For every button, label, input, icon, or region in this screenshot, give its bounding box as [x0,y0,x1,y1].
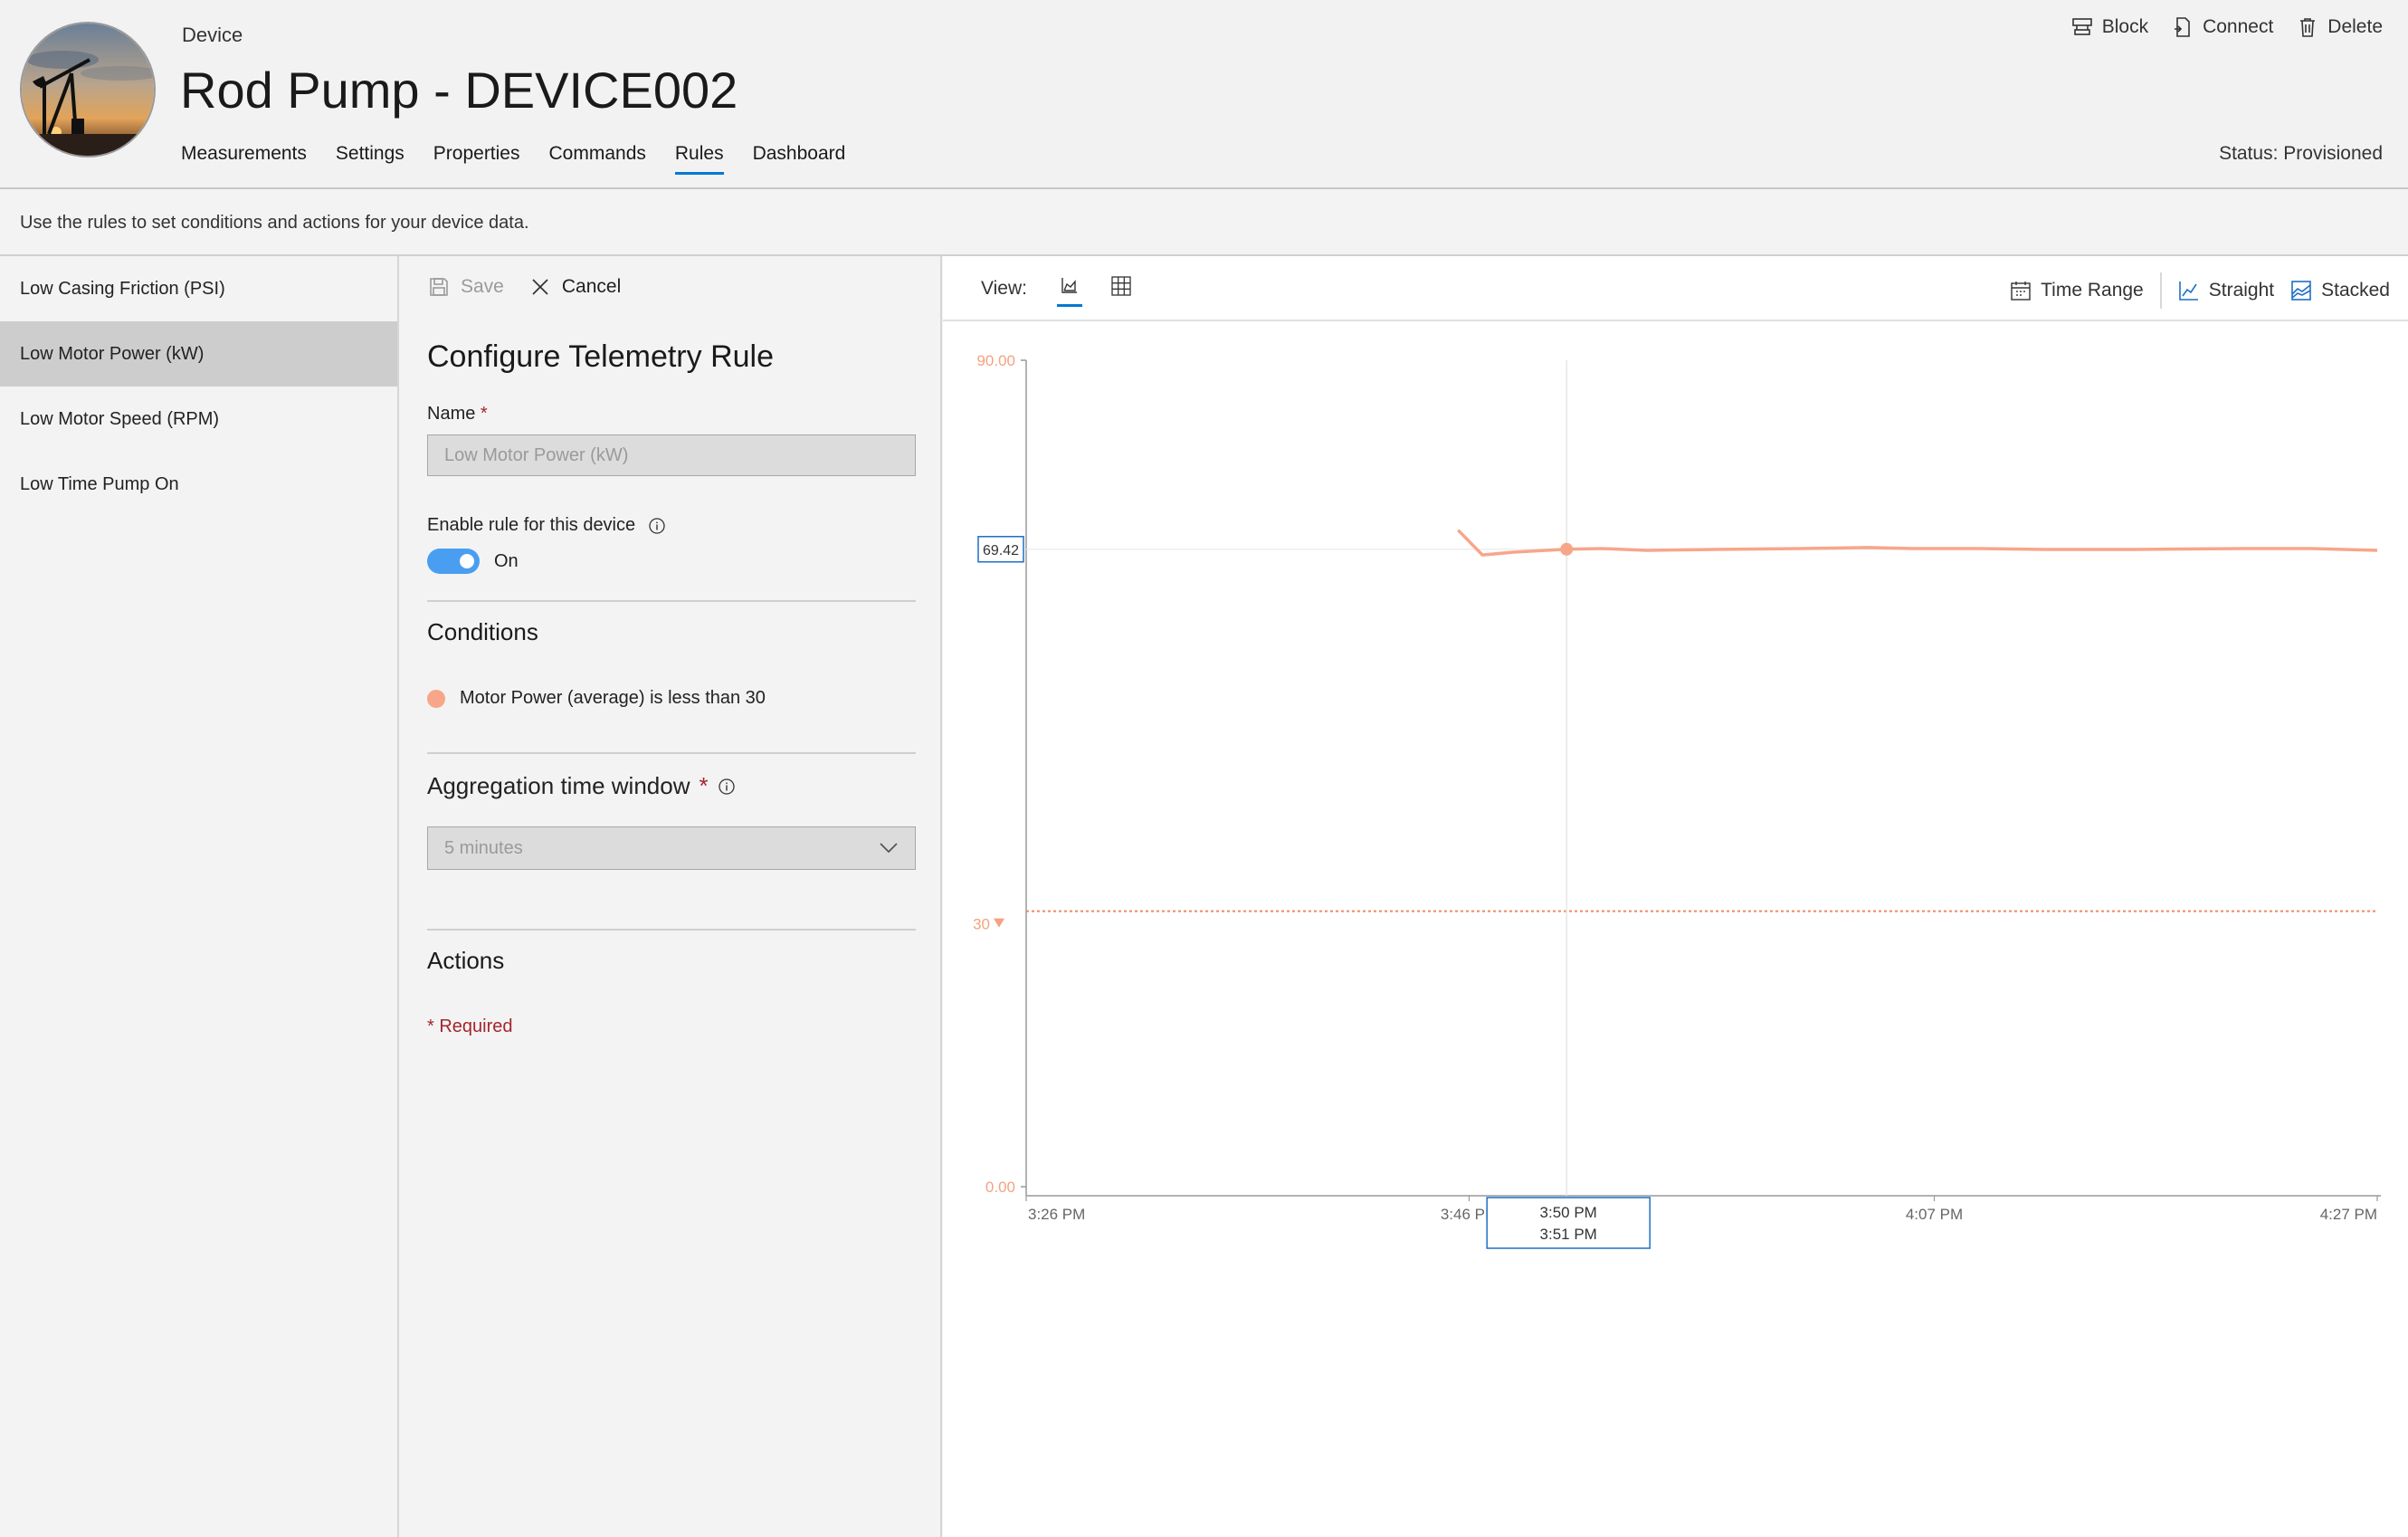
name-label-text: Name [427,404,476,424]
aggregation-label: Aggregation time window * [427,772,736,800]
tab-measurements[interactable]: Measurements [181,143,307,175]
device-avatar [20,22,156,158]
threshold-label: 30 [973,916,990,933]
required-note: * Required [427,1017,513,1036]
divider [2159,272,2162,309]
y-tick-label: 90.00 [976,352,1015,369]
stacked-button[interactable]: Stacked [2290,280,2390,301]
cancel-label: Cancel [561,276,622,297]
rules-description: Use the rules to set conditions and acti… [20,213,529,233]
hover-value-label: 69.42 [983,543,1019,558]
stacked-chart-icon [2291,281,2311,301]
enable-rule-toggle[interactable] [427,549,480,574]
save-label: Save [461,276,504,297]
tab-commands[interactable]: Commands [549,143,646,175]
rule-item-low-time-pump-on[interactable]: Low Time Pump On [0,452,397,517]
table-view-button[interactable] [1111,276,1137,301]
delete-label: Delete [2327,16,2383,37]
chart-display-tools: Time Range Straight Stacked [2010,272,2390,309]
series-line[interactable] [1457,529,2378,557]
stacked-label: Stacked [2321,280,2390,301]
calendar-icon [2011,282,2031,301]
device-status: Status: Provisioned [2219,143,2383,164]
time-range-button[interactable]: Time Range [2010,280,2144,301]
pumpjack-image [22,24,154,156]
delete-button[interactable]: Delete [2297,16,2383,38]
condition-item[interactable]: Motor Power (average) is less than 30 [427,688,766,709]
close-icon [532,279,548,295]
enable-rule-text: Enable rule for this device [427,515,636,535]
rules-list: Low Casing Friction (PSI) Low Motor Powe… [0,256,399,1537]
divider [427,929,916,931]
tab-rules[interactable]: Rules [674,143,724,175]
grid-icon [1111,276,1131,296]
divider [427,600,916,602]
hover-time-from: 3:50 PM [1540,1204,1597,1221]
line-chart-icon [2178,282,2198,301]
chevron-down-icon [880,843,898,854]
page-title: Rod Pump - DEVICE002 [180,62,738,119]
connect-icon [2175,17,2190,37]
straight-label: Straight [2208,280,2275,301]
connect-label: Connect [2203,16,2274,37]
condition-text: Motor Power (average) is less than 30 [460,688,766,708]
device-tabs: Measurements Settings Properties Command… [181,143,845,175]
cancel-button[interactable]: Cancel [529,276,621,298]
rule-item-low-motor-speed[interactable]: Low Motor Speed (RPM) [0,387,397,452]
chart-area: View: Time Range Straight Stacked 90.00 0… [943,256,2408,1537]
enable-toggle-row: On [427,549,519,574]
config-title: Configure Telemetry Rule [427,339,774,374]
device-header: Device Rod Pump - DEVICE002 Measurements… [0,0,2408,189]
x-tick-label: 4:07 PM [1906,1206,1963,1223]
toggle-state-label: On [494,550,519,571]
aggregation-value: 5 minutes [444,837,523,858]
connect-button[interactable]: Connect [2172,16,2273,38]
hover-time-to: 3:51 PM [1540,1226,1597,1243]
header-actions: Block Connect Delete [2071,16,2383,38]
block-label: Block [2101,16,2149,37]
x-tick-label: 3:26 PM [1028,1206,1085,1223]
telemetry-chart[interactable]: 90.000.003:26 PM 3:46 PM 4:07 PM 4:27 PM306… [943,321,2408,1537]
conditions-heading: Conditions [427,618,538,645]
save-button[interactable]: Save [428,276,504,298]
enable-rule-label: Enable rule for this device [427,515,666,536]
x-tick-label: 4:27 PM [2320,1206,2377,1223]
tab-settings[interactable]: Settings [336,143,405,175]
line-chart-view-button[interactable] [1057,276,1082,307]
info-icon[interactable] [718,778,736,796]
y-tick-label: 0.00 [985,1179,1015,1196]
chart-toolbar: View: Time Range Straight Stacked [943,256,2408,321]
device-kind-label: Device [182,24,243,46]
aggregation-label-text: Aggregation time window [427,772,690,799]
config-toolbar: Save Cancel [428,276,621,298]
rule-item-low-motor-power[interactable]: Low Motor Power (kW) [0,321,397,387]
aggregation-window-select[interactable]: 5 minutes [427,826,916,870]
hover-point[interactable] [1560,542,1574,556]
block-icon [2071,18,2092,35]
actions-heading: Actions [427,947,505,974]
description-strip: Use the rules to set conditions and acti… [0,189,2408,256]
save-icon [430,278,448,296]
required-star: * [699,772,709,799]
required-star: * [480,404,488,424]
rule-item-low-casing-friction[interactable]: Low Casing Friction (PSI) [0,256,397,321]
area-chart-icon [1061,278,1077,293]
tab-properties[interactable]: Properties [433,143,520,175]
rule-name-input[interactable] [427,434,916,476]
condition-color-dot [427,689,445,708]
trash-icon [2300,18,2316,37]
tab-dashboard[interactable]: Dashboard [753,143,846,175]
view-label: View: [981,278,1027,299]
info-icon[interactable] [648,517,666,535]
rule-config-panel: Save Cancel Configure Telemetry Rule Nam… [399,256,942,1537]
threshold-marker-icon[interactable] [994,918,1004,928]
block-button[interactable]: Block [2071,16,2148,38]
straight-button[interactable]: Straight [2178,280,2274,301]
name-field-label: Name * [427,404,488,425]
divider [427,752,916,754]
time-range-label: Time Range [2041,280,2144,301]
